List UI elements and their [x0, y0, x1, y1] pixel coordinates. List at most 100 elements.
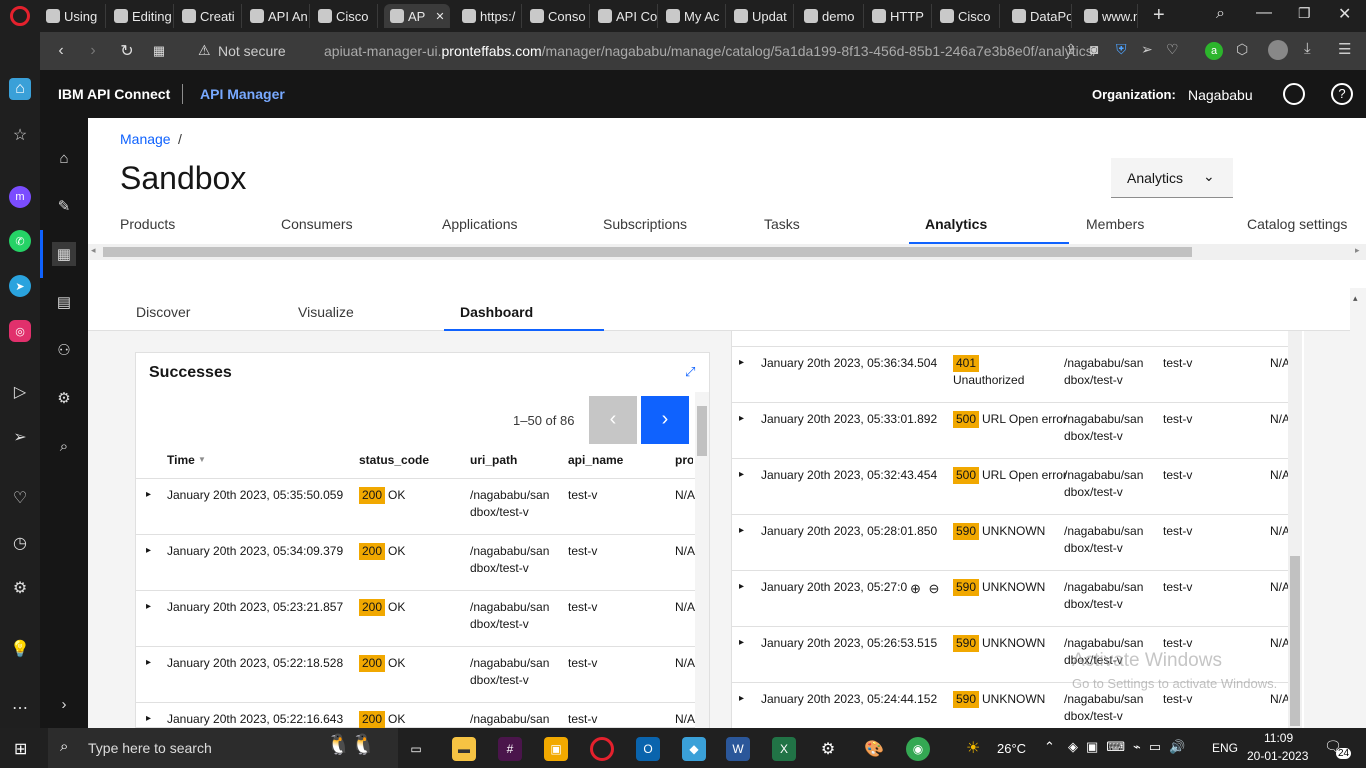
panel-scroll-thumb[interactable]: [697, 406, 707, 456]
home-icon[interactable]: ⌂: [9, 78, 31, 100]
url-field[interactable]: apiuat-manager-ui.pronteffabs.com/manage…: [324, 43, 1097, 59]
brand-name[interactable]: IBM API Connect: [58, 86, 170, 102]
horizontal-scroll-thumb[interactable]: [103, 247, 1192, 257]
opera-taskbar-icon[interactable]: [590, 737, 614, 761]
column-uri-path[interactable]: uri_path: [470, 453, 517, 467]
expand-row-icon[interactable]: ▸: [739, 522, 744, 539]
expand-icon[interactable]: ⤢: [685, 364, 695, 380]
expand-row-icon[interactable]: ▸: [739, 466, 744, 483]
browser-tab[interactable]: Editing: [108, 4, 174, 28]
organization-value[interactable]: Nagababu: [1188, 87, 1253, 103]
analytics-dropdown[interactable]: Analytics ⌄: [1111, 158, 1233, 198]
zoom-in-icon[interactable]: ⊕: [910, 581, 921, 596]
browser-tab[interactable]: API An: [244, 4, 310, 28]
slack-icon[interactable]: #: [498, 737, 522, 761]
file-explorer-icon[interactable]: ▬: [452, 737, 476, 761]
user-avatar-icon[interactable]: [1283, 83, 1305, 105]
table-row[interactable]: ▸ January 20th 2023, 05:35:50.059 200 OK/na…: [136, 478, 695, 534]
browser-tab[interactable]: Creati: [176, 4, 242, 28]
next-page-button[interactable]: ›: [641, 396, 689, 444]
tabs-grid-icon[interactable]: ▦: [148, 40, 170, 62]
nav-search-icon[interactable]: ⌕: [52, 434, 76, 458]
browser-tab[interactable]: AP ✕: [384, 4, 450, 28]
search-tabs-icon[interactable]: ⌕: [1216, 5, 1225, 23]
tab-analytics[interactable]: Analytics: [925, 216, 987, 232]
subtab-dashboard[interactable]: Dashboard: [460, 304, 533, 320]
help-icon[interactable]: ?: [1331, 83, 1353, 105]
opera-logo-icon[interactable]: [10, 6, 30, 26]
windows-start-icon[interactable]: ⊞: [14, 739, 27, 759]
sort-icon[interactable]: ▼: [198, 455, 206, 464]
table-row[interactable]: ▸ January 20th 2023, 05:32:43.454 500 URL O…: [731, 458, 1290, 514]
tab-catalog-settings[interactable]: Catalog settings: [1247, 216, 1347, 232]
settings-taskbar-icon[interactable]: ⚙: [816, 737, 840, 761]
extension-a-icon[interactable]: a: [1205, 42, 1223, 60]
paint-icon[interactable]: 🎨: [862, 737, 886, 761]
more-icon[interactable]: ⋯: [9, 697, 31, 719]
tab-products[interactable]: Products: [120, 216, 175, 232]
errors-scrollbar[interactable]: [1288, 331, 1302, 728]
browser-tab[interactable]: www.n: [1078, 4, 1138, 28]
send-page-icon[interactable]: ➢: [1141, 41, 1153, 58]
browser-tab[interactable]: Conso: [524, 4, 590, 28]
whatsapp-icon[interactable]: ✆: [9, 230, 31, 252]
panel-scrollbar[interactable]: [695, 392, 709, 728]
breadcrumb-manage[interactable]: Manage: [120, 131, 171, 147]
expand-row-icon[interactable]: ▸: [739, 634, 744, 651]
expand-row-icon[interactable]: ▸: [146, 598, 151, 615]
minimize-icon[interactable]: —: [1256, 4, 1272, 22]
expand-row-icon[interactable]: ▸: [739, 690, 744, 707]
task-view-icon[interactable]: ▭: [404, 737, 428, 761]
table-row[interactable]: ▸ January 20th 2023, 05:27:0 590 UNKNOWN/na…: [731, 570, 1290, 626]
browser-tab[interactable]: Updat: [728, 4, 794, 28]
errors-scroll-thumb[interactable]: [1290, 556, 1300, 726]
scroll-left-icon[interactable]: ◂: [91, 245, 96, 256]
table-row[interactable]: ▸ January 20th 2023, 05:34:09.379 200 OK/na…: [136, 534, 695, 590]
menu-icon[interactable]: ☰: [1338, 40, 1351, 58]
download-icon[interactable]: ⤓: [1304, 40, 1311, 57]
expand-row-icon[interactable]: ▸: [739, 410, 744, 427]
camera-icon[interactable]: ◙: [1090, 41, 1098, 57]
table-row[interactable]: ▸ January 20th 2023, 05:33:01.892 500 URL O…: [731, 402, 1290, 458]
prev-page-button[interactable]: ‹: [589, 396, 637, 444]
zoom-out-icon[interactable]: ⊖: [929, 581, 940, 596]
horizontal-scrollbar[interactable]: ◂ ▸: [88, 244, 1366, 260]
browser-tab[interactable]: Cisco: [312, 4, 378, 28]
cube-icon[interactable]: ⬡: [1236, 41, 1248, 58]
chrome-icon[interactable]: ◉: [906, 737, 930, 761]
expand-row-icon[interactable]: ▸: [739, 354, 744, 371]
new-tab-icon[interactable]: +: [1153, 4, 1165, 27]
subtab-discover[interactable]: Discover: [136, 304, 190, 320]
remote-app-icon[interactable]: ◆: [682, 737, 706, 761]
expand-row-icon[interactable]: ▸: [146, 710, 151, 727]
shield-icon[interactable]: ⛨: [1116, 41, 1127, 58]
browser-tab[interactable]: API Co: [592, 4, 658, 28]
column-status-code[interactable]: status_code: [359, 453, 429, 467]
browser-tab[interactable]: HTTP: [866, 4, 932, 28]
browser-tab[interactable]: Cisco: [934, 4, 1000, 28]
browser-tab[interactable]: demo: [798, 4, 864, 28]
messenger-icon[interactable]: m: [9, 186, 31, 208]
expand-row-icon[interactable]: ▸: [146, 486, 151, 503]
nav-settings-icon[interactable]: ⚙: [52, 386, 76, 410]
close-tab-icon[interactable]: ✕: [435, 10, 444, 23]
subtab-visualize[interactable]: Visualize: [298, 304, 354, 320]
reload-icon[interactable]: ↻: [116, 40, 138, 62]
history-icon[interactable]: ◷: [9, 532, 31, 554]
clock-time[interactable]: 11:09: [1264, 731, 1293, 745]
nav-develop-icon[interactable]: ✎: [52, 194, 76, 218]
forward-icon[interactable]: ›: [82, 40, 104, 62]
browser-tab[interactable]: DataPo: [1006, 4, 1072, 28]
tab-consumers[interactable]: Consumers: [281, 216, 353, 232]
tab-subscriptions[interactable]: Subscriptions: [603, 216, 687, 232]
expand-row-icon[interactable]: ▸: [146, 542, 151, 559]
table-row[interactable]: ▸ January 20th 2023, 05:28:01.850 590 UNKNO…: [731, 514, 1290, 570]
browser-tab[interactable]: Using: [40, 4, 106, 28]
language-label[interactable]: ENG: [1212, 741, 1238, 755]
weather-temp[interactable]: 26°C: [997, 741, 1026, 756]
table-row[interactable]: ▸ January 20th 2023, 05:23:21.857 200 OK/na…: [136, 590, 695, 646]
tray-icons[interactable]: ◈▣⌨⌁▭🔊: [1068, 739, 1193, 755]
bookmark-heart-icon[interactable]: ♡: [1166, 41, 1179, 58]
nav-catalog-icon[interactable]: ▤: [52, 290, 76, 314]
excel-icon[interactable]: X: [772, 737, 796, 761]
